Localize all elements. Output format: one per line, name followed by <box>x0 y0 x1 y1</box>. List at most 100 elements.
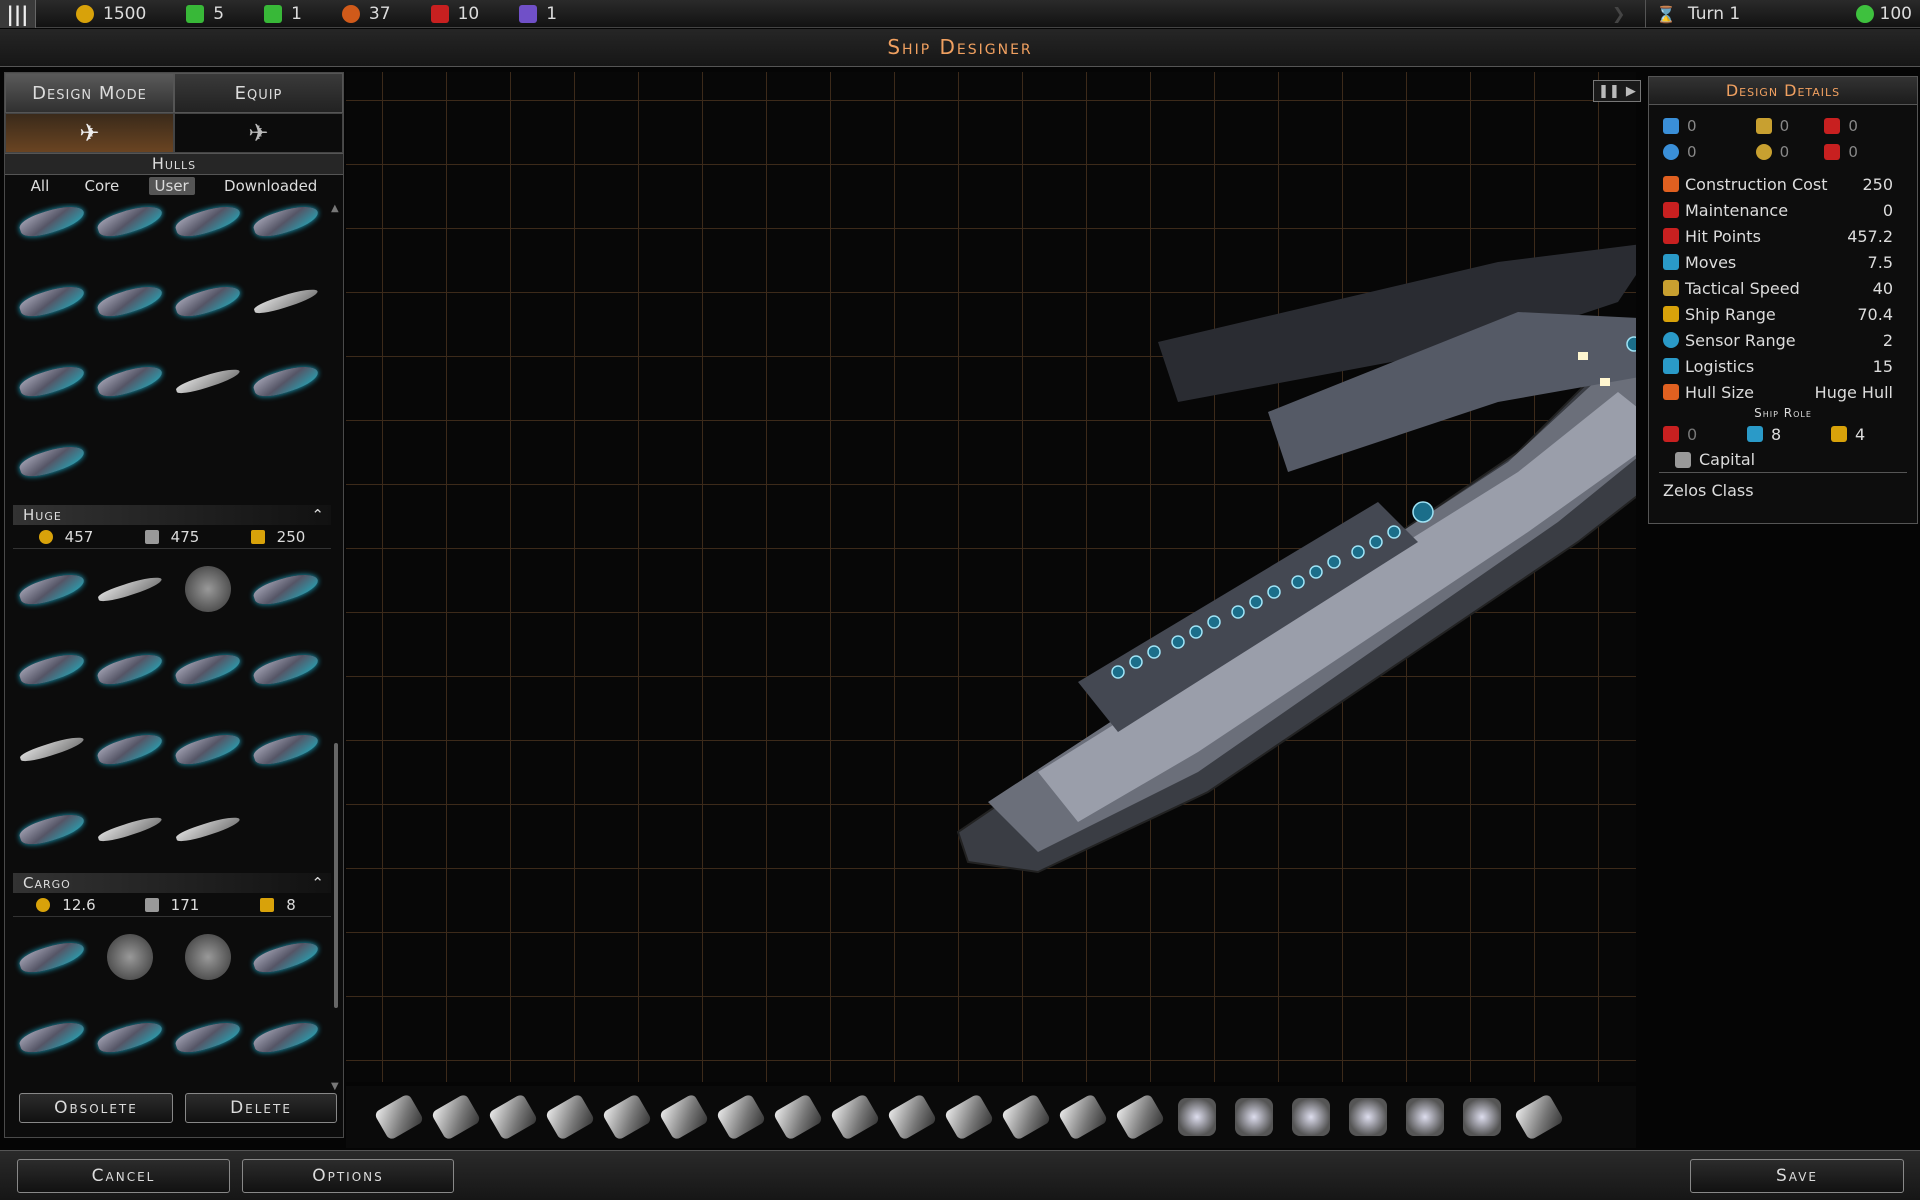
hull-thumbnail[interactable] <box>91 789 169 869</box>
hull-thumbnail[interactable] <box>169 789 247 869</box>
component-slot[interactable] <box>1174 1094 1220 1140</box>
save-button[interactable]: Save <box>1690 1159 1904 1193</box>
ship-class-name[interactable]: Zelos Class <box>1649 473 1917 500</box>
design-ship-icon[interactable]: ✈ <box>5 113 174 153</box>
filter-downloaded[interactable]: Downloaded <box>218 177 323 195</box>
chevron-up-icon[interactable]: ⌃ <box>311 506 325 524</box>
hull-thumbnail[interactable] <box>247 341 325 421</box>
component-slot[interactable] <box>772 1093 824 1141</box>
resource-promethion[interactable]: 1 <box>519 4 557 24</box>
component-slot[interactable] <box>373 1093 425 1141</box>
cancel-button[interactable]: Cancel <box>17 1159 230 1193</box>
obsolete-button[interactable]: Obsolete <box>19 1093 173 1123</box>
animation-controls[interactable]: ❚❚ ▶ <box>1593 80 1641 102</box>
component-slot[interactable] <box>487 1093 539 1141</box>
component-slot[interactable] <box>601 1093 653 1141</box>
hull-thumbnail[interactable] <box>13 709 91 789</box>
hull-thumbnail[interactable] <box>13 203 91 261</box>
component-slot[interactable] <box>1345 1094 1391 1140</box>
component-slot[interactable] <box>658 1093 710 1141</box>
options-button[interactable]: Options <box>242 1159 454 1193</box>
component-slot[interactable] <box>886 1093 938 1141</box>
component-slot[interactable] <box>1402 1094 1448 1140</box>
component-slot[interactable] <box>1459 1094 1505 1140</box>
scroll-up-icon[interactable]: ▲ <box>331 203 339 214</box>
hull-thumbnail[interactable] <box>169 997 247 1077</box>
component-slot[interactable] <box>715 1093 767 1141</box>
hull-thumbnail[interactable] <box>169 1077 247 1091</box>
hull-thumbnail[interactable] <box>13 917 91 997</box>
component-slot[interactable] <box>430 1093 482 1141</box>
filter-user[interactable]: User <box>148 177 195 195</box>
hull-thumbnail[interactable] <box>13 341 91 421</box>
hull-thumbnail[interactable] <box>91 1077 169 1091</box>
component-slot[interactable] <box>544 1093 596 1141</box>
hull-thumbnail[interactable] <box>169 549 247 629</box>
hull-thumbnail[interactable] <box>247 917 325 997</box>
hull-thumbnail[interactable] <box>13 549 91 629</box>
hull-thumbnail[interactable] <box>169 709 247 789</box>
hull-thumbnail[interactable] <box>91 709 169 789</box>
component-slot[interactable] <box>829 1093 881 1141</box>
tab-design-mode[interactable]: Design Mode <box>5 73 174 113</box>
hull-thumbnail[interactable] <box>169 629 247 709</box>
tab-equip[interactable]: Equip <box>174 73 343 113</box>
component-slot[interactable] <box>1057 1093 1109 1141</box>
resource-influence[interactable]: 10 <box>430 4 479 24</box>
hull-category-huge[interactable]: Huge ⌃ <box>13 505 331 525</box>
hull-thumbnail[interactable] <box>91 629 169 709</box>
chevron-up-icon[interactable]: ⌃ <box>311 874 325 892</box>
hull-thumbnail[interactable] <box>247 629 325 709</box>
hull-thumbnail[interactable] <box>247 203 325 261</box>
ship-3d-viewport[interactable] <box>346 72 1636 1082</box>
hull-thumbnail[interactable] <box>247 709 325 789</box>
hull-thumbnail[interactable] <box>13 997 91 1077</box>
equip-ship-icon[interactable]: ✈ <box>174 113 343 153</box>
hull-thumbnail[interactable] <box>91 203 169 261</box>
hull-thumbnail[interactable] <box>169 261 247 341</box>
hull-list[interactable]: Huge ⌃ 457 475 250 Cargo ⌃ 12.6 171 8 <box>13 203 331 1091</box>
hull-thumbnail[interactable] <box>13 789 91 869</box>
component-slot[interactable] <box>1231 1094 1277 1140</box>
resource-population[interactable]: 5 <box>186 4 224 24</box>
pause-icon[interactable]: ❚❚ <box>1598 84 1620 99</box>
hull-thumbnail[interactable] <box>247 997 325 1077</box>
hull-thumbnail[interactable] <box>91 917 169 997</box>
play-icon[interactable]: ▶ <box>1626 84 1636 99</box>
filter-core[interactable]: Core <box>79 177 126 195</box>
hull-list-scrollbar[interactable]: ▲ ▼ <box>331 203 340 1092</box>
component-slot[interactable] <box>1114 1093 1166 1141</box>
hull-thumbnail[interactable] <box>91 549 169 629</box>
hull-thumbnail[interactable] <box>13 1077 91 1091</box>
hull-thumbnail[interactable] <box>169 341 247 421</box>
hull-thumbnail[interactable] <box>91 997 169 1077</box>
delete-button[interactable]: Delete <box>185 1093 337 1123</box>
component-slot[interactable] <box>943 1093 995 1141</box>
approval-indicator[interactable]: 100 <box>1855 4 1912 24</box>
turn-indicator[interactable]: ⌛ Turn 1 100 <box>1645 0 1920 28</box>
hull-thumbnail[interactable] <box>91 341 169 421</box>
hull-thumbnail[interactable] <box>247 549 325 629</box>
scrollbar-thumb[interactable] <box>334 743 338 1008</box>
hull-thumbnail[interactable] <box>13 629 91 709</box>
component-slot[interactable] <box>1288 1094 1334 1140</box>
component-slot[interactable] <box>1000 1093 1052 1141</box>
hull-thumbnail[interactable] <box>13 261 91 341</box>
scroll-down-icon[interactable]: ▼ <box>331 1081 339 1092</box>
hull-thumbnail[interactable] <box>247 1077 325 1091</box>
main-menu-button[interactable]: ||| <box>0 0 36 28</box>
chevron-right-icon[interactable]: ❯ <box>1612 4 1625 23</box>
hull-thumbnail[interactable] <box>247 261 325 341</box>
hull-thumbnail[interactable] <box>91 261 169 341</box>
component-slot[interactable] <box>1513 1093 1565 1141</box>
resource-food[interactable]: 1 <box>264 4 302 24</box>
filter-all[interactable]: All <box>25 177 56 195</box>
hull-thumbnail[interactable] <box>169 917 247 997</box>
resource-research[interactable]: 37 <box>341 4 391 24</box>
hull-thumbnail[interactable] <box>169 203 247 261</box>
hull-category-cargo[interactable]: Cargo ⌃ <box>13 873 331 893</box>
ship-model[interactable] <box>346 72 1636 1082</box>
resource-credits[interactable]: 1500 <box>76 4 146 24</box>
hull-thumbnail[interactable] <box>13 421 91 501</box>
ship-role[interactable]: Capital <box>1659 447 1907 473</box>
